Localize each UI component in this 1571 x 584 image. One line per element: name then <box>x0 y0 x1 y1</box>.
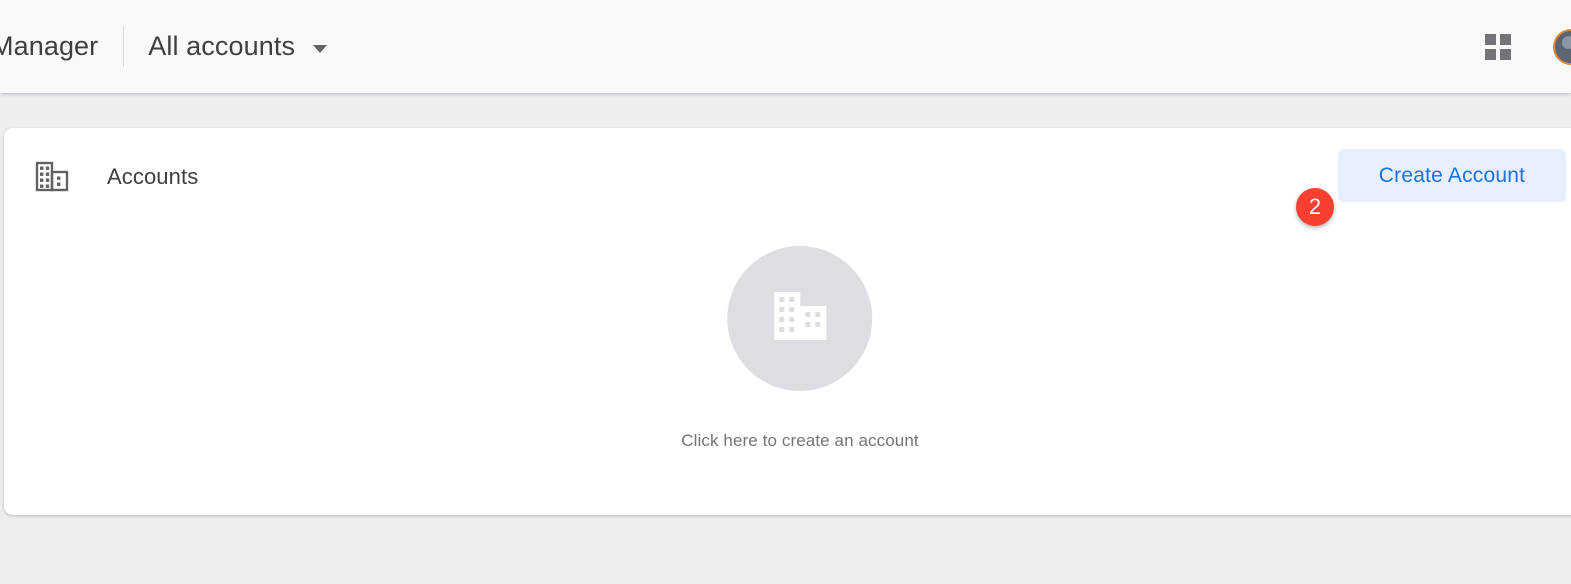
apps-grid-icon[interactable] <box>1485 33 1511 60</box>
header-left-group: Manager All accounts <box>0 0 328 93</box>
domain-building-icon <box>35 161 69 192</box>
apps-grid-square <box>1485 48 1496 60</box>
page-title: Manager <box>0 31 99 61</box>
apps-grid-square <box>1500 48 1511 60</box>
accounts-card: Accounts Create Account Click here to cr… <box>4 128 1571 515</box>
accounts-title: Accounts <box>107 163 199 189</box>
domain-building-icon <box>772 290 828 347</box>
chevron-down-icon <box>313 44 328 53</box>
empty-state-inner: Click here to create an account <box>681 246 919 451</box>
header-divider <box>123 26 125 67</box>
top-header-bar: Manager All accounts <box>0 0 1571 93</box>
accounts-header-left: Accounts <box>35 161 198 192</box>
app-root: Manager All accounts Accounts Create Acc… <box>0 0 1571 584</box>
create-account-button[interactable]: Create Account <box>1338 149 1566 202</box>
account-selector[interactable]: All accounts <box>148 31 328 61</box>
account-selector-label: All accounts <box>148 31 296 61</box>
apps-grid-square <box>1485 33 1496 45</box>
empty-state-message[interactable]: Click here to create an account <box>681 431 918 451</box>
step-badge: 2 <box>1296 188 1334 226</box>
apps-grid-square <box>1500 33 1511 45</box>
empty-state-create-account-button[interactable] <box>727 246 873 391</box>
accounts-card-header: Accounts Create Account <box>4 128 1571 228</box>
avatar[interactable] <box>1553 28 1571 65</box>
header-right-group <box>1485 0 1571 93</box>
